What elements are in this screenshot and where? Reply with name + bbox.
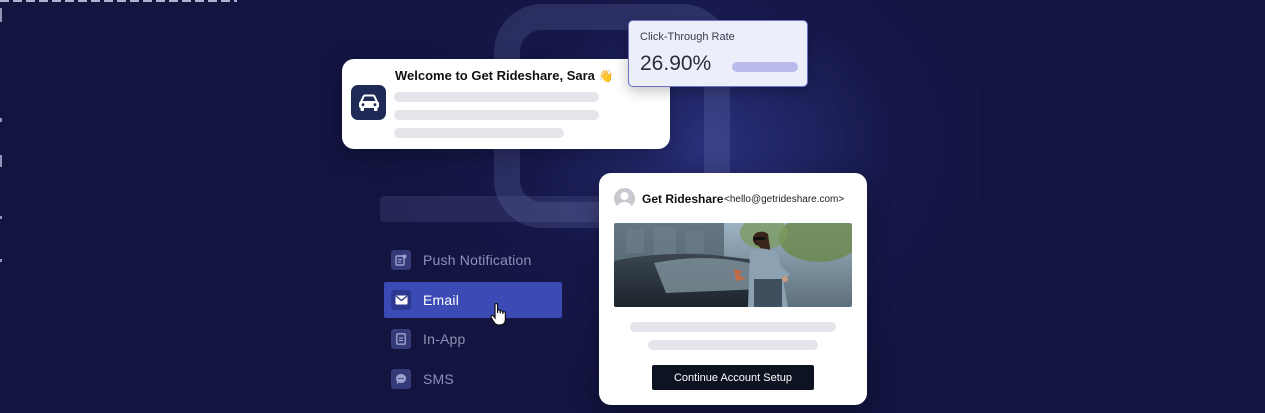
ctr-value: 26.90% bbox=[640, 52, 712, 75]
push-notification-card: Welcome to Get Rideshare, Sara 👋 bbox=[342, 59, 670, 149]
placeholder-line bbox=[648, 340, 818, 350]
channel-label: In-App bbox=[423, 331, 466, 347]
continue-account-setup-button[interactable]: Continue Account Setup bbox=[652, 365, 814, 390]
ctr-bar bbox=[732, 62, 798, 72]
welcome-title-text: Welcome to Get Rideshare, Sara bbox=[395, 68, 595, 83]
edge-tick bbox=[0, 8, 2, 22]
channel-push-notification[interactable]: Push Notification bbox=[384, 242, 562, 278]
waving-hand-emoji: 👋 bbox=[598, 69, 614, 83]
placeholder-line bbox=[394, 128, 564, 138]
edge-tick bbox=[0, 118, 2, 122]
channel-label: SMS bbox=[423, 371, 454, 387]
placeholder-line bbox=[394, 110, 599, 120]
ctr-label: Click-Through Rate bbox=[640, 31, 735, 43]
sender-name: Get Rideshare bbox=[642, 192, 724, 206]
channel-label: Email bbox=[423, 292, 460, 308]
push-notification-icon bbox=[391, 250, 411, 270]
edge-tick bbox=[0, 155, 2, 167]
click-through-rate-card: Click-Through Rate 26.90% bbox=[628, 20, 808, 87]
channel-email[interactable]: Email bbox=[384, 282, 562, 318]
welcome-title: Welcome to Get Rideshare, Sara 👋 bbox=[395, 68, 613, 83]
email-preview-card: Get Rideshare <hello@getrideshare.com> C… bbox=[599, 173, 867, 405]
mail-icon bbox=[391, 290, 411, 310]
document-icon bbox=[391, 329, 411, 349]
hand-pointer-cursor-icon bbox=[490, 302, 508, 332]
avatar bbox=[614, 188, 635, 209]
channel-sms[interactable]: SMS bbox=[384, 361, 562, 397]
chat-bubble-icon bbox=[391, 369, 411, 389]
dashed-divider bbox=[0, 0, 237, 2]
edge-tick bbox=[0, 259, 2, 262]
placeholder-line bbox=[394, 92, 599, 102]
channel-in-app[interactable]: In-App bbox=[384, 321, 562, 357]
car-icon bbox=[351, 85, 386, 120]
channel-label: Push Notification bbox=[423, 252, 532, 268]
placeholder-line bbox=[630, 322, 836, 332]
sender-email: <hello@getrideshare.com> bbox=[724, 194, 845, 205]
hero-image bbox=[614, 223, 852, 307]
edge-tick bbox=[0, 216, 2, 219]
